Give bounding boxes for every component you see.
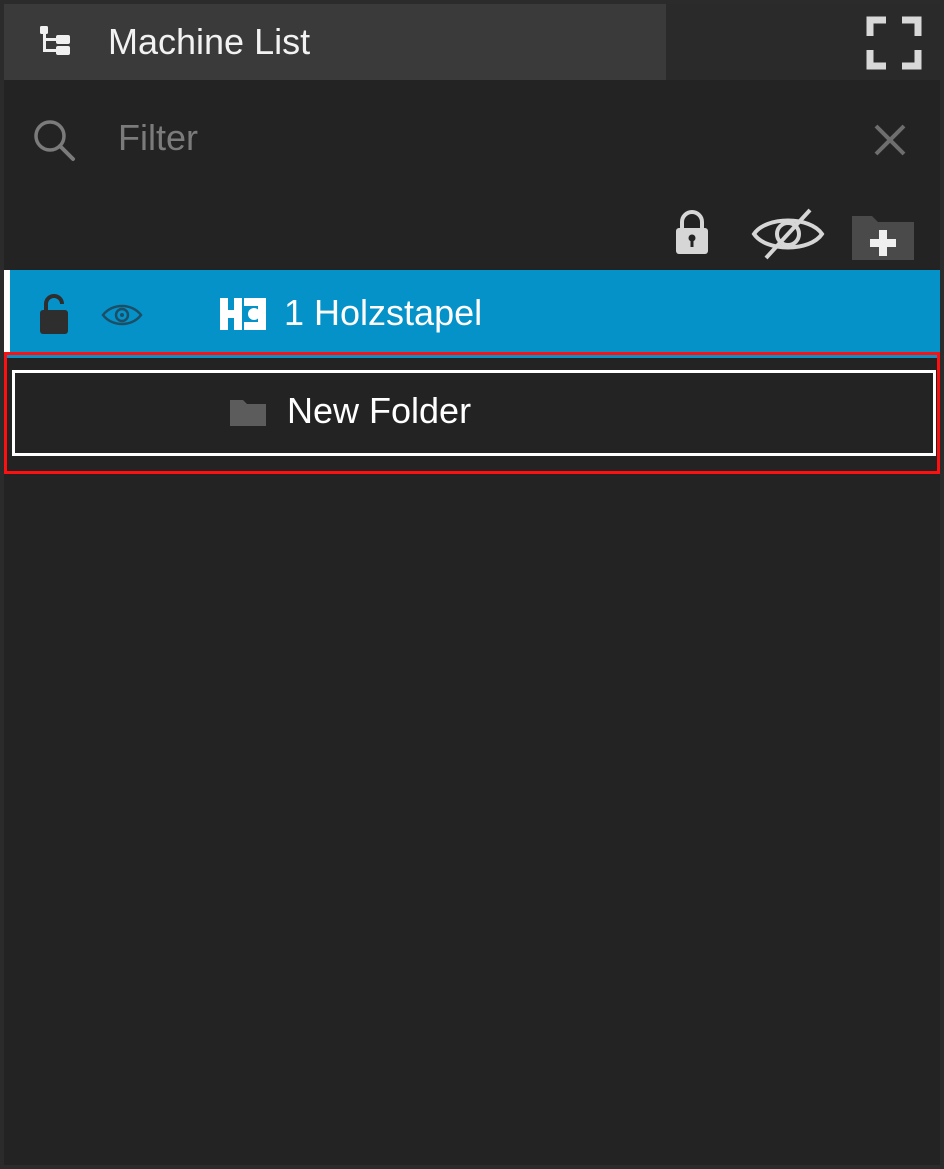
hc-logo-icon bbox=[220, 298, 266, 330]
filter-bar bbox=[4, 100, 940, 176]
rename-field[interactable]: New Folder bbox=[12, 370, 936, 456]
fullscreen-icon[interactable] bbox=[866, 16, 922, 70]
lock-icon[interactable] bbox=[672, 210, 712, 256]
list-item-label: 1 Holzstapel bbox=[284, 292, 483, 333]
panel-title: Machine List bbox=[108, 21, 311, 62]
folder-plus-icon[interactable] bbox=[850, 208, 916, 262]
search-icon bbox=[34, 120, 75, 161]
eye-slash-icon[interactable] bbox=[748, 206, 828, 262]
selection-indicator bbox=[4, 270, 10, 354]
list-toolbar bbox=[4, 200, 940, 270]
list-item-machine[interactable]: 1 Holzstapel bbox=[4, 270, 940, 354]
panel-header: Machine List bbox=[4, 4, 940, 80]
list-item-folder[interactable]: New Folder bbox=[4, 352, 940, 474]
tree-structure-icon bbox=[40, 26, 70, 55]
lock-icon[interactable] bbox=[38, 294, 70, 336]
machine-list-panel: Machine List Filter 1 Holzstapel New Fol… bbox=[4, 4, 940, 1165]
folder-icon bbox=[230, 400, 266, 426]
filter-input[interactable] bbox=[110, 112, 846, 164]
close-icon[interactable] bbox=[872, 122, 908, 158]
list-item-label: New Folder bbox=[287, 390, 472, 431]
panel-tab[interactable]: Machine List bbox=[4, 4, 666, 80]
eye-icon[interactable] bbox=[100, 300, 144, 330]
